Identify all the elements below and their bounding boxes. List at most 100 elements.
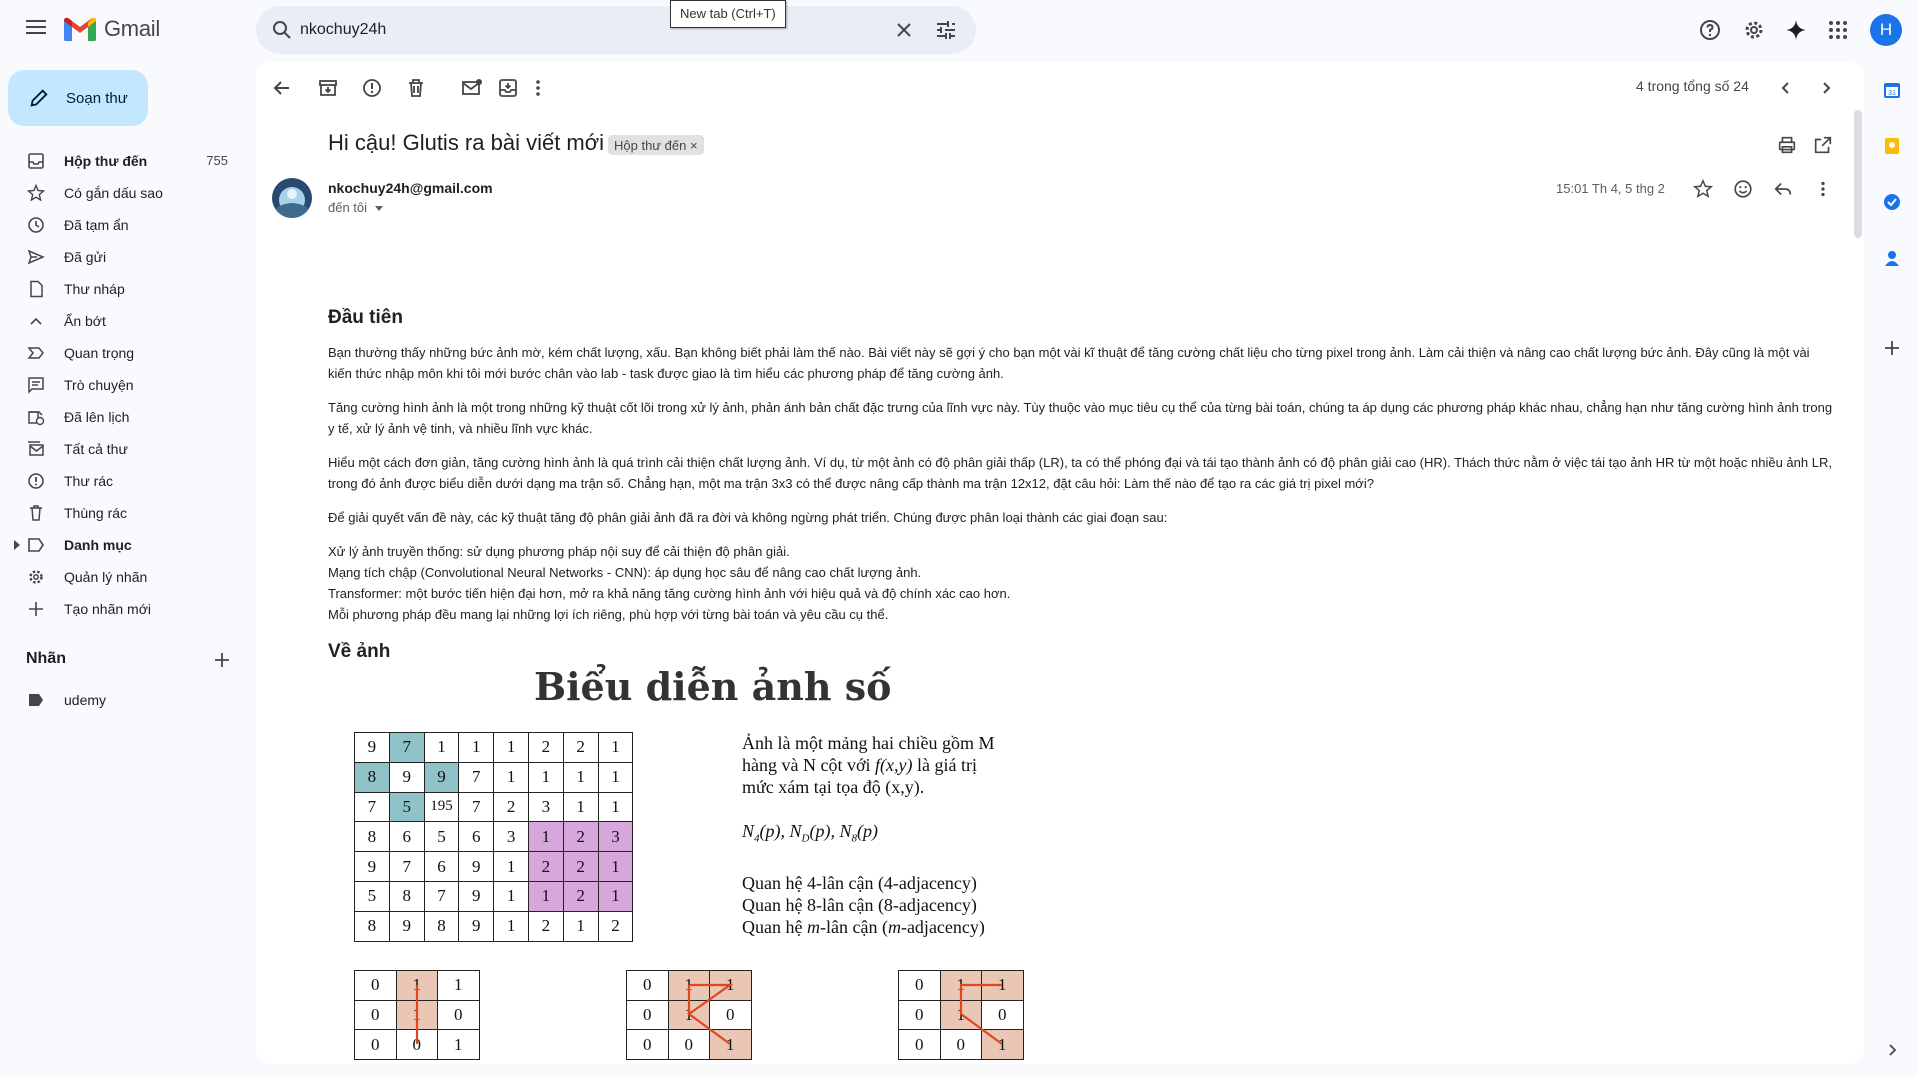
more-vert-icon[interactable]: [526, 76, 550, 100]
remove-label-icon[interactable]: ×: [690, 138, 698, 153]
scrollbar-track[interactable]: [1852, 108, 1864, 1064]
label-udemy[interactable]: udemy: [0, 684, 248, 716]
sidebar-item[interactable]: Tạo nhãn mới: [0, 593, 248, 625]
pixel-cell: 9: [388, 761, 425, 793]
older-chevron-right-icon[interactable]: [1814, 76, 1838, 100]
mark-unread-icon[interactable]: [460, 76, 484, 100]
search-options-icon[interactable]: [934, 18, 958, 42]
keep-icon[interactable]: [1882, 136, 1902, 156]
pixel-cell: 1: [493, 761, 529, 793]
sidebar-item[interactable]: Đã tạm ẩn: [0, 209, 248, 241]
sidebar-item-label: Có gắn dấu sao: [64, 185, 163, 201]
archive-icon[interactable]: [316, 76, 340, 100]
search-bar[interactable]: nkochuy24h: [256, 6, 976, 54]
sidebar-item-label: Trò chuyện: [64, 377, 134, 393]
gmail-logo[interactable]: Gmail: [64, 16, 160, 42]
close-icon[interactable]: [892, 18, 916, 42]
scheduled-icon: [28, 411, 45, 426]
pixel-cell: 7: [388, 732, 425, 763]
pixel-cell: 195: [423, 791, 460, 823]
pixel-cell: 9: [458, 880, 495, 912]
pixel-cell: 1: [597, 851, 634, 882]
sidebar-item[interactable]: Thư rác: [0, 465, 248, 497]
calendar-icon[interactable]: 31: [1882, 80, 1902, 100]
account-avatar[interactable]: H: [1870, 14, 1902, 46]
pixel-cell: 8: [388, 880, 425, 912]
pixel-cell: 1: [597, 880, 634, 912]
sidebar-item-label: Ẩn bớt: [64, 313, 106, 329]
newer-chevron-left-icon[interactable]: [1774, 76, 1798, 100]
contacts-icon[interactable]: [1882, 248, 1902, 268]
help-icon[interactable]: [1698, 18, 1722, 42]
pixel-cell: 5: [354, 880, 390, 912]
settings-gear-icon[interactable]: [1742, 18, 1766, 42]
sidebar-item[interactable]: Tất cả thư: [0, 433, 248, 465]
figure-text-line: mức xám tại tọa độ (x,y).: [742, 777, 925, 797]
sidebar-item[interactable]: Có gắn dấu sao: [0, 177, 248, 209]
adjacency-4: Quan hệ 4-lân cận (4-adjacency): [742, 872, 977, 893]
sidebar-item[interactable]: Hộp thư đến 755: [0, 145, 248, 177]
gemini-sparkle-icon[interactable]: [1784, 18, 1808, 42]
sidebar-item-label: Thư rác: [64, 473, 114, 489]
draft-icon: [30, 280, 43, 298]
apps-grid-icon[interactable]: [1826, 18, 1850, 42]
dropdown-caret-icon: [374, 206, 383, 212]
inbox-label-chip[interactable]: Hộp thư đến ×: [608, 135, 704, 155]
spam-icon: [28, 473, 44, 489]
sidebar-item[interactable]: Trò chuyện: [0, 369, 248, 401]
figure-description: Ảnh là một mảng hai chiều gồm M hàng và …: [742, 732, 994, 938]
pixel-cell: 3: [527, 791, 564, 823]
add-label-icon[interactable]: [212, 650, 232, 670]
sidebar-item[interactable]: Ẩn bớt: [0, 305, 248, 337]
delete-icon[interactable]: [404, 76, 428, 100]
send-icon: [27, 249, 45, 265]
adjacency-path-8: [687, 983, 734, 1045]
sidebar-item[interactable]: Đã gửi: [0, 241, 248, 273]
paragraph-2: Tăng cường hình ảnh là một trong những k…: [328, 400, 1833, 436]
list-item: Mạng tích chập (Convolutional Neural Net…: [328, 565, 922, 580]
sender-avatar[interactable]: [272, 178, 312, 218]
emoji-react-icon[interactable]: [1732, 178, 1754, 200]
search-icon[interactable]: [272, 20, 292, 40]
print-icon[interactable]: [1776, 134, 1798, 156]
sender-email[interactable]: nkochuy24h@gmail.com: [328, 180, 493, 196]
reply-icon[interactable]: [1772, 178, 1794, 200]
pixel-cell: 9: [354, 732, 390, 763]
scrollbar-thumb[interactable]: [1854, 110, 1862, 238]
sidebar-item[interactable]: Danh mục: [0, 529, 248, 561]
unread-count: 755: [206, 153, 228, 168]
sidebar-item[interactable]: Thư nháp: [0, 273, 248, 305]
pixel-cell: 9: [458, 851, 495, 882]
expand-panel-chevron-icon[interactable]: [1882, 1040, 1902, 1060]
message-panel: 4 trong tổng số 24 Hi cậu! Glutis ra bài…: [256, 62, 1864, 1064]
figure-text-line: hàng và N cột với f(x,y) là giá trị: [742, 755, 977, 775]
pixel-cell: 1: [597, 761, 634, 793]
report-spam-icon[interactable]: [360, 76, 384, 100]
recipient-dropdown[interactable]: đến tôi: [328, 200, 383, 215]
sidebar-item[interactable]: Quản lý nhãn: [0, 561, 248, 593]
label-udemy-text: udemy: [64, 692, 107, 708]
back-arrow-icon[interactable]: [270, 76, 294, 100]
search-input[interactable]: nkochuy24h: [300, 21, 386, 39]
pixel-cell: 6: [423, 851, 460, 882]
star-icon[interactable]: [1692, 178, 1714, 200]
open-new-window-icon[interactable]: [1812, 134, 1834, 156]
compose-button[interactable]: Soạn thư: [8, 70, 148, 126]
pixel-cell: 2: [562, 732, 599, 763]
move-to-icon[interactable]: [496, 76, 520, 100]
add-addon-icon[interactable]: [1882, 338, 1902, 358]
adjacency-path-m: [959, 983, 1003, 1045]
message-more-icon[interactable]: [1812, 178, 1834, 200]
expand-caret-icon[interactable]: [14, 540, 20, 550]
sidebar-item[interactable]: Thùng rác: [0, 497, 248, 529]
tasks-icon[interactable]: [1882, 192, 1902, 212]
sidebar-item[interactable]: Đã lên lịch: [0, 401, 248, 433]
main-menu-button[interactable]: [20, 16, 52, 44]
pixel-cell: 9: [354, 851, 390, 882]
gmail-wordmark: Gmail: [104, 16, 160, 41]
sidebar-item[interactable]: Quan trọng: [0, 337, 248, 369]
pixel-cell: 1: [493, 910, 529, 942]
heading-first: Đầu tiên: [328, 307, 403, 328]
sidebar-item-label: Danh mục: [64, 537, 132, 553]
label-icon: [28, 538, 44, 552]
